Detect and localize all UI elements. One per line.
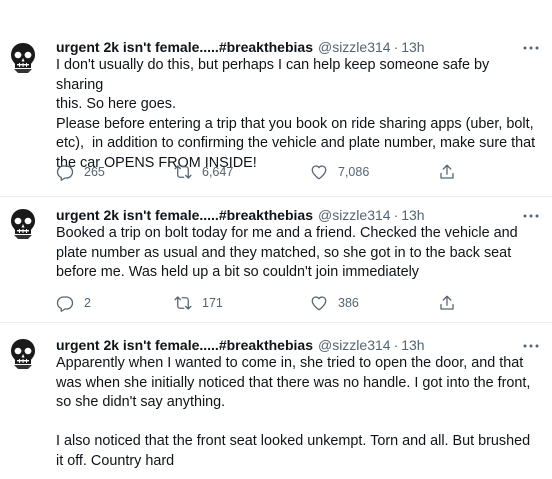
reply-count: 2 [84,296,91,310]
reply-icon [56,165,74,181]
tweet-content: urgent 2k isn't female.....#breakthebias… [56,336,540,471]
avatar[interactable] [6,40,40,74]
share-icon [440,164,454,179]
tweet-header: urgent 2k isn't female.....#breakthebias… [56,206,540,224]
like-button[interactable]: 7,086 [310,162,369,182]
more-options-icon[interactable] [522,208,540,218]
share-icon [440,295,454,310]
like-button[interactable]: 386 [310,293,359,313]
tweet-actions: 265 6,647 7,086 [56,162,540,182]
retweet-count: 6,647 [202,165,234,179]
retweet-button[interactable]: 6,647 [174,162,233,182]
retweet-button[interactable]: 171 [174,293,223,313]
heart-icon [311,296,327,311]
separator: · [393,337,399,353]
tweet-thread: urgent 2k isn't female.....#breakthebias… [0,0,552,479]
tweet-text: Booked a trip on bolt today for me and a… [56,225,518,280]
timestamp[interactable]: 13h [401,206,424,224]
user-handle[interactable]: @sizzle314 [318,38,391,56]
tweet-text: I don't usually do this, but perhaps I c… [56,57,536,171]
tweet[interactable]: urgent 2k isn't female.....#breakthebias… [0,196,552,322]
timestamp[interactable]: 13h [401,38,424,56]
reply-button[interactable]: 265 [56,162,105,182]
user-handle[interactable]: @sizzle314 [318,206,391,224]
retweet-icon [174,296,192,310]
tweet-header: urgent 2k isn't female.....#breakthebias… [56,336,540,354]
separator: · [393,39,399,55]
tweet[interactable]: urgent 2k isn't female.....#breakthebias… [0,18,552,196]
share-button[interactable] [438,293,456,313]
display-name[interactable]: urgent 2k isn't female.....#breakthebias [56,38,313,56]
heart-icon [311,165,327,180]
user-handle[interactable]: @sizzle314 [318,336,391,354]
tweet-actions: 2 171 386 [56,293,540,313]
avatar[interactable] [6,206,40,240]
reply-button[interactable]: 2 [56,293,91,313]
separator: · [393,207,399,223]
more-options-icon[interactable] [522,40,540,50]
avatar[interactable] [6,336,40,370]
tweet[interactable]: urgent 2k isn't female.....#breakthebias… [0,322,552,479]
display-name[interactable]: urgent 2k isn't female.....#breakthebias [56,206,313,224]
tweet-header: urgent 2k isn't female.....#breakthebias… [56,38,540,56]
retweet-count: 171 [202,296,223,310]
tweet-content: urgent 2k isn't female.....#breakthebias… [56,206,540,283]
tweet-text: Apparently when I wanted to come in, she… [56,355,531,469]
reply-icon [56,296,74,312]
tweet-content: urgent 2k isn't female.....#breakthebias… [56,38,540,173]
more-options-icon[interactable] [522,338,540,348]
share-button[interactable] [438,162,456,182]
display-name[interactable]: urgent 2k isn't female.....#breakthebias [56,336,313,354]
retweet-icon [174,165,192,179]
like-count: 386 [338,296,359,310]
like-count: 7,086 [338,165,370,179]
timestamp[interactable]: 13h [401,336,424,354]
reply-count: 265 [84,165,105,179]
